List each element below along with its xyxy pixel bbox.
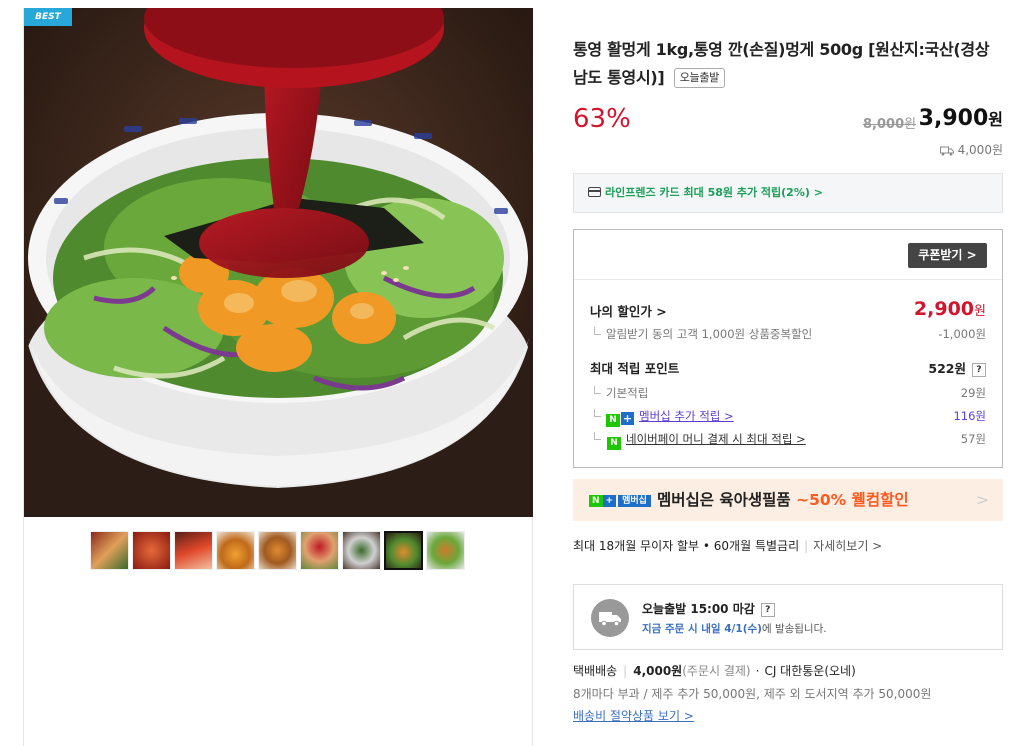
shipping-method-line: 택배배송 | 4,000원(주문시 결제) · CJ 대한통운(오네) [573, 662, 856, 679]
original-price-unit: 원 [904, 117, 917, 132]
original-price-value: 8,000 [863, 117, 905, 132]
delivery-help-icon[interactable]: ? [760, 603, 775, 617]
shipping-fee-text: 4,000원 [957, 143, 1003, 157]
food-bowl-image [24, 8, 533, 517]
coupon-button[interactable]: 쿠폰받기 > [908, 243, 987, 268]
shipping-fee: 4,000원 [939, 141, 1003, 158]
thumbnail-9[interactable] [426, 531, 465, 570]
shipping-cost-note: (주문시 결제) [682, 664, 751, 678]
shipping-saving-link[interactable]: 배송비 절약상품 보기 > [573, 707, 694, 724]
basic-points-label: 기본적립 [606, 386, 649, 400]
thumbnail-strip [90, 531, 465, 570]
membership-tag-plus: + [602, 495, 617, 507]
thumbnail-3[interactable] [174, 531, 213, 570]
divider [574, 279, 1002, 280]
alert-discount-label: 알림받기 동의 고객 1,000원 상품중복할인 [606, 327, 813, 341]
alert-discount-row: 알림받기 동의 고객 1,000원 상품중복할인 -1,000원 [590, 325, 986, 343]
basic-points-value: 29원 [960, 386, 986, 400]
thumbnail-5[interactable] [258, 531, 297, 570]
shipping-carrier: CJ 대한통운(오네) [764, 664, 856, 678]
sale-price-value: 3,900 [918, 106, 989, 131]
credit-card-icon [588, 187, 601, 197]
delivery-subtext: 지금 주문 시 내일 4/1(수)에 발송됩니다. [642, 621, 827, 636]
max-points-amount: 522원? [928, 360, 986, 378]
my-discount-row: 나의 할인가 > 2,900원 [590, 300, 986, 321]
dot-separator: · [755, 664, 760, 678]
delivery-title-text: 오늘출발 15:00 마감 [642, 602, 755, 616]
my-discount-label[interactable]: 나의 할인가 > [590, 304, 667, 319]
my-discount-price: 2,900원 [914, 300, 986, 321]
thumbnail-2[interactable] [132, 531, 171, 570]
original-price: 8,000원 [863, 113, 916, 132]
membership-tag-label: 멤버십 [618, 495, 651, 507]
membership-points-link[interactable]: 멤버십 추가 적립 > [639, 409, 734, 423]
sale-price-unit: 원 [988, 110, 1003, 129]
sale-price: 3,900원 [919, 106, 1003, 131]
delivery-truck-icon [591, 599, 629, 637]
naver-pay-icon: N [607, 437, 621, 450]
product-title-text: 통영 활멍게 1kg,통영 깐(손질)멍게 500g [원산지:국산(경상남도 … [573, 40, 990, 87]
max-points-label: 최대 적립 포인트 [590, 361, 680, 376]
shipping-extra-note: 8개마다 부과 / 제주 추가 50,000원, 제주 외 도서지역 추가 50… [573, 687, 932, 701]
installment-text: 최대 18개월 무이자 할부 • 60개월 특별금리 [573, 539, 800, 553]
membership-tag-n: N [589, 495, 603, 507]
membership-tag: N + 멤버십 [589, 494, 651, 509]
main-product-image[interactable]: BEST [24, 8, 533, 517]
points-help-icon[interactable]: ? [972, 363, 986, 377]
shipping-cost: 4,000원 [633, 664, 683, 678]
benefit-box: 쿠폰받기 > 나의 할인가 > 2,900원 알림받기 동의 고객 1,000원… [573, 229, 1003, 468]
card-benefit[interactable]: 라인프렌즈 카드 최대 58원 추가 적립(2%) > [573, 173, 1003, 213]
product-gallery: BEST [23, 8, 533, 746]
membership-banner[interactable]: N + 멤버십 멤버십은 육아생필품 ~50% 웰컴할인 > [573, 479, 1003, 521]
product-page: BEST 통영 활멍게 1kg,통영 깐(손질)멍게 500g [원산지:국산(… [0, 0, 1029, 746]
my-discount-unit: 원 [974, 304, 986, 319]
today-shipping-tag: 오늘출발 [673, 68, 725, 88]
delivery-rest-text: 에 발송됩니다. [761, 623, 827, 635]
installment-more-link[interactable]: 자세히보기 > [813, 539, 882, 553]
npay-points-link[interactable]: 네이버페이 머니 결제 시 최대 적립 > [626, 432, 806, 446]
npay-points-row: N 네이버페이 머니 결제 시 최대 적립 > 57원 [590, 430, 986, 450]
best-badge: BEST [24, 8, 72, 26]
membership-points-value: 116원 [953, 409, 986, 423]
thumbnail-6[interactable] [300, 531, 339, 570]
thumbnail-1[interactable] [90, 531, 129, 570]
discount-rate: 63% [573, 104, 631, 134]
max-points-row: 최대 적립 포인트 522원? [590, 360, 986, 378]
separator: | [623, 664, 628, 678]
npay-points-value: 57원 [960, 432, 986, 446]
membership-banner-text: 멤버십은 육아생필품 [656, 491, 797, 509]
max-points-value: 522원 [928, 361, 966, 376]
my-discount-value: 2,900 [913, 298, 975, 320]
thumbnail-4[interactable] [216, 531, 255, 570]
membership-banner-highlight: ~50% 웰컴할인 [796, 491, 909, 509]
membership-points-row: N + 멤버십 추가 적립 > 116원 [590, 407, 986, 427]
truck-icon [939, 146, 954, 156]
delivery-info-box: 오늘출발 15:00 마감? 지금 주문 시 내일 4/1(수)에 발송됩니다. [573, 584, 1003, 650]
separator: | [804, 539, 809, 553]
thumbnail-7[interactable] [342, 531, 381, 570]
chevron-right-icon: > [976, 491, 989, 509]
thumbnail-8[interactable] [384, 531, 423, 570]
delivery-title: 오늘출발 15:00 마감? [642, 600, 775, 617]
basic-points-row: 기본적립 29원 [590, 384, 986, 402]
naver-plus-icon: + [621, 412, 634, 425]
shipping-method: 택배배송 [573, 664, 618, 678]
product-title: 통영 활멍게 1kg,통영 깐(손질)멍게 500g [원산지:국산(경상남도 … [573, 36, 1003, 92]
alert-discount-value: -1,000원 [938, 327, 986, 341]
installment-info: 최대 18개월 무이자 할부 • 60개월 특별금리 | 자세히보기 > [573, 537, 882, 554]
delivery-date-text: 지금 주문 시 내일 4/1(수) [642, 623, 762, 635]
naver-n-icon: N [606, 414, 620, 427]
card-benefit-text: 라인프렌즈 카드 최대 58원 추가 적립(2%) > [605, 186, 823, 199]
